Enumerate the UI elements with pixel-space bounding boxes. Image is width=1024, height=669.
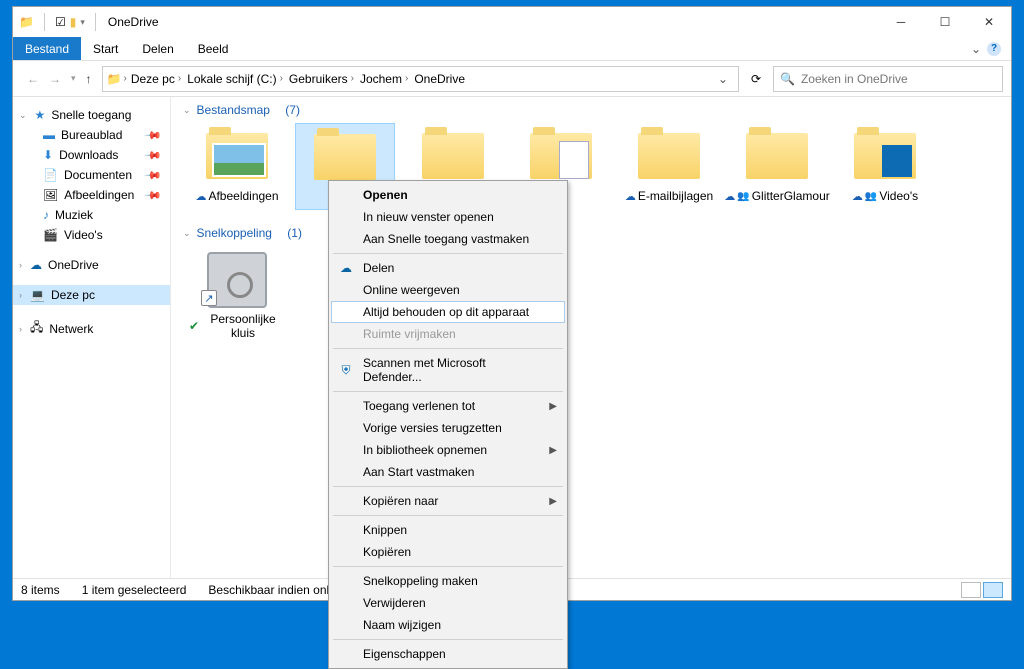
minimize-button[interactable]: ─ xyxy=(879,7,923,37)
nav-bar: ← → ▾ ↑ 📁 › Deze pc› Lokale schijf (C:)›… xyxy=(13,61,1011,97)
sidebar-item-documents[interactable]: 📄Documenten📌 xyxy=(13,165,170,185)
status-count: 8 items xyxy=(21,583,60,597)
chevron-right-icon: ▶ xyxy=(549,401,557,412)
qat-checkbox-icon[interactable]: ☑ xyxy=(55,15,66,29)
group-shortcuts[interactable]: ⌄Snelkoppeling (1) xyxy=(179,224,1011,246)
folder-glitter[interactable]: ☁👥GlitterGlamour xyxy=(727,123,827,210)
file-view[interactable]: ⌄Bestandsmap (7) ☁Afbeeldingen ☁ ☁ ☁ ☁E-… xyxy=(171,97,1011,578)
folder-pictures[interactable]: ☁Afbeeldingen xyxy=(187,123,287,210)
forward-button[interactable]: → xyxy=(49,72,61,86)
bc-thispc: Deze pc› xyxy=(129,72,183,86)
tab-start[interactable]: Start xyxy=(81,37,130,60)
qat-folder-icon[interactable]: ▮ xyxy=(70,15,77,29)
ctx-open[interactable]: Openen xyxy=(331,184,565,206)
ctx-free-space: Ruimte vrijmaken xyxy=(331,323,565,345)
recent-dropdown-icon[interactable]: ▾ xyxy=(71,73,76,84)
ctx-cut[interactable]: Knippen xyxy=(331,519,565,541)
ctx-delete[interactable]: Verwijderen xyxy=(331,592,565,614)
sidebar-onedrive[interactable]: ›☁OneDrive xyxy=(13,255,170,275)
ctx-share[interactable]: ☁Delen xyxy=(331,257,565,279)
search-icon: 🔍 xyxy=(780,72,795,86)
context-menu: Openen In nieuw venster openen Aan Snell… xyxy=(328,180,568,669)
ctx-pin-start[interactable]: Aan Start vastmaken xyxy=(331,461,565,483)
sync-icon: ✔ xyxy=(189,319,199,333)
breadcrumb-dropdown-icon[interactable]: ⌄ xyxy=(712,72,734,86)
people-icon: 👥 xyxy=(865,191,877,202)
group-folders[interactable]: ⌄Bestandsmap (7) xyxy=(179,101,1011,123)
window-title: OneDrive xyxy=(108,15,159,29)
up-button[interactable]: ↑ xyxy=(86,72,92,86)
ctx-include-library[interactable]: In bibliotheek opnemen▶ xyxy=(331,439,565,461)
ctx-rename[interactable]: Naam wijzigen xyxy=(331,614,565,636)
chevron-right-icon: ▶ xyxy=(549,445,557,456)
tab-share[interactable]: Delen xyxy=(130,37,185,60)
breadcrumb[interactable]: 📁 › Deze pc› Lokale schijf (C:)› Gebruik… xyxy=(102,66,739,92)
shortcut-personal-vault[interactable]: ↗✔Persoonlijke kluis xyxy=(187,246,287,346)
shortcut-icon: ↗ xyxy=(201,290,217,306)
cloud-icon: ☁ xyxy=(195,190,206,203)
ctx-new-window[interactable]: In nieuw venster openen xyxy=(331,206,565,228)
bc-users: Gebruikers› xyxy=(287,72,356,86)
view-details-button[interactable] xyxy=(961,582,981,598)
ctx-restore-versions[interactable]: Vorige versies terugzetten xyxy=(331,417,565,439)
ctx-keep-on-device[interactable]: Altijd behouden op dit apparaat xyxy=(331,301,565,323)
cloud-icon: ☁ xyxy=(852,190,863,203)
bc-user: Jochem› xyxy=(358,72,410,86)
bc-drive: Lokale schijf (C:)› xyxy=(185,72,285,86)
ctx-defender-scan[interactable]: ⛨Scannen met Microsoft Defender... xyxy=(331,352,565,388)
folder-videos[interactable]: ☁👥Video's xyxy=(835,123,935,210)
ctx-grant-access[interactable]: Toegang verlenen tot▶ xyxy=(331,395,565,417)
help-icon[interactable]: ? xyxy=(987,42,1001,56)
ctx-view-online[interactable]: Online weergeven xyxy=(331,279,565,301)
app-icon: 📁 xyxy=(19,15,34,29)
close-button[interactable]: ✕ xyxy=(967,7,1011,37)
sidebar-network[interactable]: ›🖧Netwerk xyxy=(13,315,170,342)
ctx-create-shortcut[interactable]: Snelkoppeling maken xyxy=(331,570,565,592)
cloud-icon: ☁ xyxy=(625,190,636,203)
sidebar-item-downloads[interactable]: ⬇Downloads📌 xyxy=(13,145,170,165)
refresh-button[interactable]: ⟳ xyxy=(743,72,769,86)
back-button[interactable]: ← xyxy=(27,72,39,86)
ctx-copy-to[interactable]: Kopiëren naar▶ xyxy=(331,490,565,512)
ctx-copy[interactable]: Kopiëren xyxy=(331,541,565,563)
ribbon-expand-icon[interactable]: ⌄ xyxy=(971,42,981,56)
status-availability: Beschikbaar indien online xyxy=(208,583,345,597)
cloud-icon: ☁ xyxy=(724,190,735,203)
view-icons-button[interactable] xyxy=(983,582,1003,598)
sidebar-item-videos[interactable]: 🎬Video's xyxy=(13,225,170,245)
tab-view[interactable]: Beeld xyxy=(186,37,241,60)
folder-icon: 📁 xyxy=(107,72,122,86)
shield-icon: ⛨ xyxy=(338,363,354,378)
sidebar-this-pc[interactable]: ›💻Deze pc xyxy=(13,285,170,305)
ctx-properties[interactable]: Eigenschappen xyxy=(331,643,565,665)
qat-dropdown-icon[interactable]: ▾ xyxy=(80,17,85,28)
folder-email[interactable]: ☁E-mailbijlagen xyxy=(619,123,719,210)
status-selection: 1 item geselecteerd xyxy=(82,583,187,597)
sidebar-item-pictures[interactable]: 🖼Afbeeldingen📌 xyxy=(13,185,170,205)
sidebar-item-desktop[interactable]: ▬Bureaublad📌 xyxy=(13,125,170,145)
ribbon-tabs: Bestand Start Delen Beeld ⌄ ? xyxy=(13,37,1011,61)
sidebar-item-music[interactable]: ♪Muziek xyxy=(13,205,170,225)
search-input[interactable]: 🔍 Zoeken in OneDrive xyxy=(773,66,1003,92)
ctx-pin-quick-access[interactable]: Aan Snelle toegang vastmaken xyxy=(331,228,565,250)
chevron-right-icon: ▶ xyxy=(549,496,557,507)
sidebar-quick-access[interactable]: ⌄★Snelle toegang xyxy=(13,105,170,125)
tab-file[interactable]: Bestand xyxy=(13,37,81,60)
bc-current: OneDrive xyxy=(412,72,467,86)
people-icon: 👥 xyxy=(737,191,749,202)
maximize-button[interactable]: ☐ xyxy=(923,7,967,37)
sidebar: ⌄★Snelle toegang ▬Bureaublad📌 ⬇Downloads… xyxy=(13,97,171,578)
cloud-icon: ☁ xyxy=(338,261,354,275)
titlebar: 📁 ☑ ▮ ▾ OneDrive ─ ☐ ✕ xyxy=(13,7,1011,37)
